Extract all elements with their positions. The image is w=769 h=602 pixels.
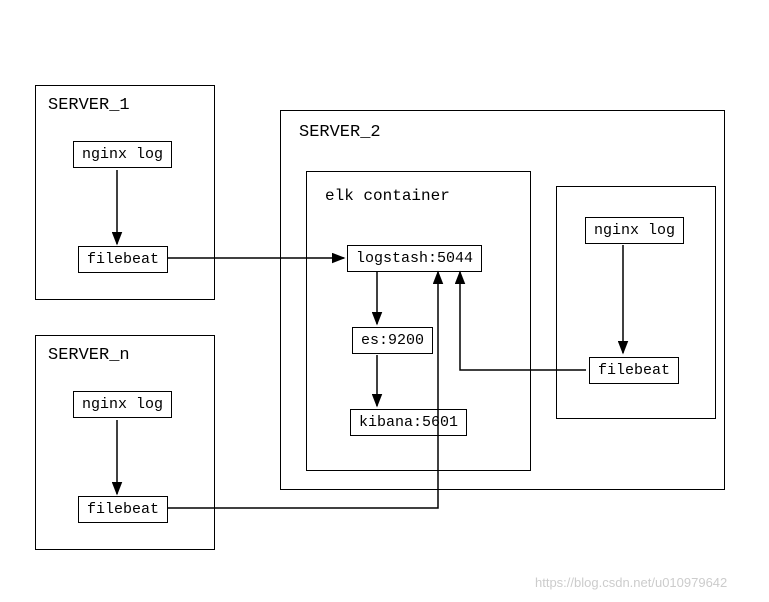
elk-container-box: elk container logstash:5044 es:9200 kiba… <box>306 171 531 471</box>
serverN-title: SERVER_n <box>48 346 130 365</box>
kibana-node: kibana:5601 <box>350 409 467 436</box>
serverN-box: SERVER_n nginx log filebeat <box>35 335 215 550</box>
watermark: https://blog.csdn.net/u010979642 <box>535 575 727 590</box>
logstash-node: logstash:5044 <box>347 245 482 272</box>
es-node: es:9200 <box>352 327 433 354</box>
server2-filebeat: filebeat <box>589 357 679 384</box>
server1-filebeat: filebeat <box>78 246 168 273</box>
server1-box: SERVER_1 nginx log filebeat <box>35 85 215 300</box>
server1-title: SERVER_1 <box>48 96 130 115</box>
serverN-nginx-log: nginx log <box>73 391 172 418</box>
elk-container-title: elk container <box>325 187 450 205</box>
serverN-filebeat: filebeat <box>78 496 168 523</box>
server2-nginx-log: nginx log <box>585 217 684 244</box>
server2-box: SERVER_2 elk container logstash:5044 es:… <box>280 110 725 490</box>
server2-title: SERVER_2 <box>299 123 381 142</box>
server1-nginx-log: nginx log <box>73 141 172 168</box>
server2-right-box: nginx log filebeat <box>556 186 716 419</box>
